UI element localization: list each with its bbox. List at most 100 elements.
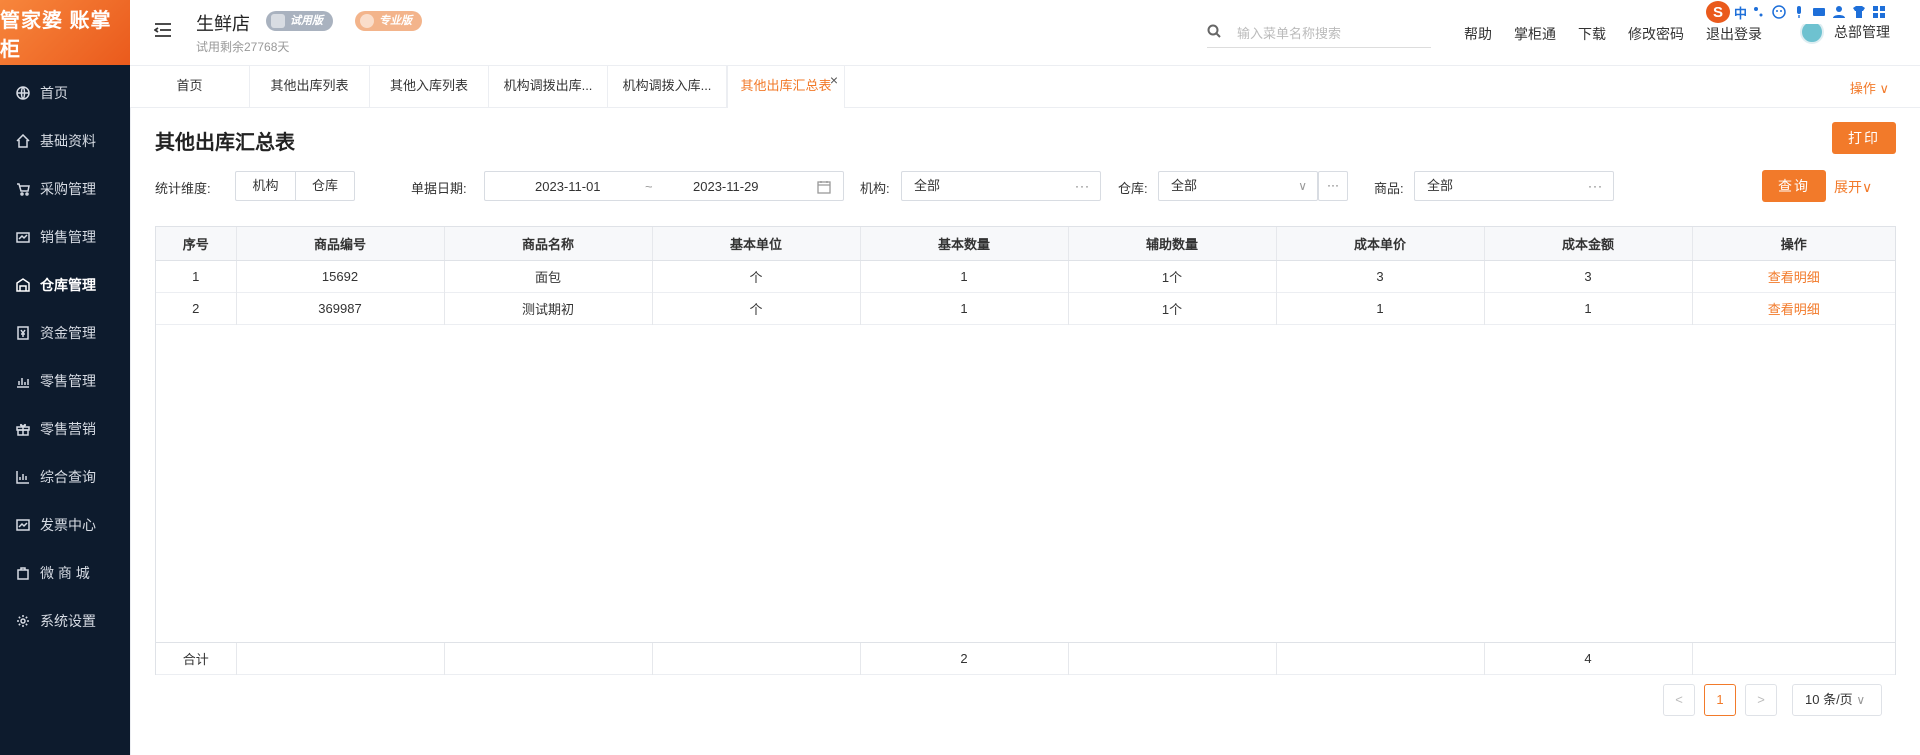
page-1-button[interactable]: 1	[1704, 684, 1736, 716]
table-cell: 1个	[1068, 292, 1277, 324]
gift-icon	[16, 422, 30, 436]
warehouse-value: 全部	[1171, 178, 1198, 193]
date-from[interactable]: 2023-11-01	[535, 179, 601, 194]
sidebar-item-label: 综合查询	[40, 469, 96, 485]
pro-badge[interactable]: 专业版	[355, 11, 422, 31]
print-button[interactable]: 打印	[1832, 122, 1896, 154]
date-range-picker[interactable]: 2023-11-01 ~ 2023-11-29	[484, 171, 844, 201]
table-cell: 15692	[236, 260, 445, 292]
next-page-button[interactable]: >	[1745, 684, 1777, 716]
dimension-org-option[interactable]: 机构	[236, 172, 295, 200]
total-cell	[652, 643, 861, 674]
sogou-logo-icon[interactable]: S	[1706, 1, 1730, 23]
tab-transfer-outbound[interactable]: 机构调拨出库...	[489, 66, 608, 108]
sidebar-item-query[interactable]: 综合查询	[0, 453, 130, 501]
operations-dropdown[interactable]: 操作 ∨	[1850, 78, 1889, 97]
close-icon[interactable]: ×	[830, 66, 838, 100]
view-details-link[interactable]: 查看明细	[1692, 260, 1895, 292]
total-cell	[1692, 643, 1895, 674]
tab-label: 其他出库汇总表	[740, 78, 832, 93]
sidebar-item-mall[interactable]: 微 商 城	[0, 549, 130, 597]
user-name: 总部管理	[1834, 24, 1890, 40]
menu-toggle-icon[interactable]	[153, 22, 172, 38]
sidebar-item-label: 微 商 城	[40, 565, 90, 581]
brand-logo[interactable]: 管家婆 账掌柜	[0, 0, 130, 65]
sidebar-item-home[interactable]: 首页	[0, 69, 130, 117]
sidebar-item-label: 销售管理	[40, 229, 96, 245]
page-size-select[interactable]: 10 条/页 ∨	[1792, 684, 1882, 716]
column-header[interactable]: 商品编号	[236, 227, 445, 261]
logout-link[interactable]: 退出登录	[1706, 24, 1762, 44]
more-icon[interactable]: ···	[1588, 172, 1603, 200]
skin-icon[interactable]	[1851, 4, 1867, 20]
dimension-warehouse-option[interactable]: 仓库	[295, 172, 354, 200]
change-password-link[interactable]: 修改密码	[1628, 24, 1684, 44]
calendar-icon[interactable]	[817, 180, 831, 194]
download-link[interactable]: 下载	[1578, 24, 1606, 44]
tab-other-outbound-list[interactable]: 其他出库列表	[250, 66, 370, 108]
more-icon[interactable]: ···	[1075, 172, 1090, 200]
product-select[interactable]: 全部 ···	[1414, 171, 1614, 201]
table-footer-total: 合计 2 4	[156, 642, 1895, 674]
sidebar-item-basic-data[interactable]: 基础资料	[0, 117, 130, 165]
column-header[interactable]: 基本单位	[652, 227, 861, 261]
warehouse-more-button[interactable]: ···	[1318, 171, 1348, 201]
column-header[interactable]: 序号	[156, 227, 237, 261]
column-header[interactable]: 成本单价	[1276, 227, 1485, 261]
home-icon	[16, 134, 30, 148]
sidebar-item-invoice[interactable]: 发票中心	[0, 501, 130, 549]
menu-search	[1207, 18, 1431, 48]
sidebar-item-warehouse[interactable]: 仓库管理	[0, 261, 130, 309]
view-details-link[interactable]: 查看明细	[1692, 292, 1895, 324]
date-to[interactable]: 2023-11-29	[693, 179, 759, 194]
invoice-icon	[16, 518, 30, 532]
sidebar-item-finance[interactable]: 资金管理	[0, 309, 130, 357]
bag-icon	[16, 566, 30, 580]
store-name[interactable]: 生鲜店	[196, 10, 250, 36]
tab-transfer-inbound[interactable]: 机构调拨入库...	[608, 66, 727, 108]
prev-page-button[interactable]: <	[1663, 684, 1695, 716]
globe-icon	[16, 86, 30, 100]
query-button[interactable]: 查询	[1762, 170, 1826, 202]
table-cell: 1个	[1068, 260, 1277, 292]
table-row[interactable]: 1 15692 面包 个 1 1个 3 3 查看明细	[156, 260, 1895, 292]
column-header[interactable]: 成本金额	[1484, 227, 1693, 261]
column-header[interactable]: 辅助数量	[1068, 227, 1277, 261]
sidebar-item-settings[interactable]: 系统设置	[0, 597, 130, 645]
table-cell: 个	[652, 260, 861, 292]
sidebar-item-retail[interactable]: 零售管理	[0, 357, 130, 405]
total-cost-amount: 4	[1484, 643, 1693, 674]
table-cell: 1	[1276, 292, 1485, 324]
trial-badge: 试用版	[266, 11, 333, 31]
tab-other-outbound-summary[interactable]: 其他出库汇总表 ×	[727, 66, 845, 108]
column-header[interactable]: 基本数量	[860, 227, 1069, 261]
tab-other-inbound-list[interactable]: 其他入库列表	[370, 66, 489, 108]
sidebar-item-label: 资金管理	[40, 325, 96, 341]
emoji-icon[interactable]	[1771, 4, 1787, 20]
sidebar-item-label: 采购管理	[40, 181, 96, 197]
table-cell: 369987	[236, 292, 445, 324]
search-icon[interactable]	[1207, 24, 1221, 38]
table-row[interactable]: 2 369987 测试期初 个 1 1个 1 1 查看明细	[156, 292, 1895, 324]
zhangguitong-link[interactable]: 掌柜通	[1514, 24, 1556, 44]
punctuation-icon[interactable]	[1751, 4, 1767, 20]
help-link[interactable]: 帮助	[1464, 24, 1492, 44]
sidebar-item-marketing[interactable]: 零售营销	[0, 405, 130, 453]
warehouse-select[interactable]: 全部 ∨	[1158, 171, 1318, 201]
menu-search-input[interactable]	[1237, 22, 1427, 44]
table-cell: 1	[156, 260, 237, 292]
ime-language-toggle[interactable]: 中	[1734, 3, 1747, 22]
expand-filters-link[interactable]: 展开∨	[1834, 177, 1872, 197]
summary-table-grid: 序号 商品编号 商品名称 基本单位 基本数量 辅助数量 成本单价 成本金额 操作…	[156, 227, 1895, 325]
user-icon[interactable]	[1831, 4, 1847, 20]
keyboard-icon[interactable]	[1811, 4, 1827, 20]
sidebar-item-sales[interactable]: 销售管理	[0, 213, 130, 261]
microphone-icon[interactable]	[1791, 4, 1807, 20]
table-cell: 面包	[444, 260, 653, 292]
tab-home[interactable]: 首页	[130, 66, 250, 108]
org-select[interactable]: 全部 ···	[901, 171, 1101, 201]
sidebar-item-purchase[interactable]: 采购管理	[0, 165, 130, 213]
date-label: 单据日期:	[411, 181, 467, 196]
toolbox-icon[interactable]	[1871, 4, 1887, 20]
column-header[interactable]: 商品名称	[444, 227, 653, 261]
